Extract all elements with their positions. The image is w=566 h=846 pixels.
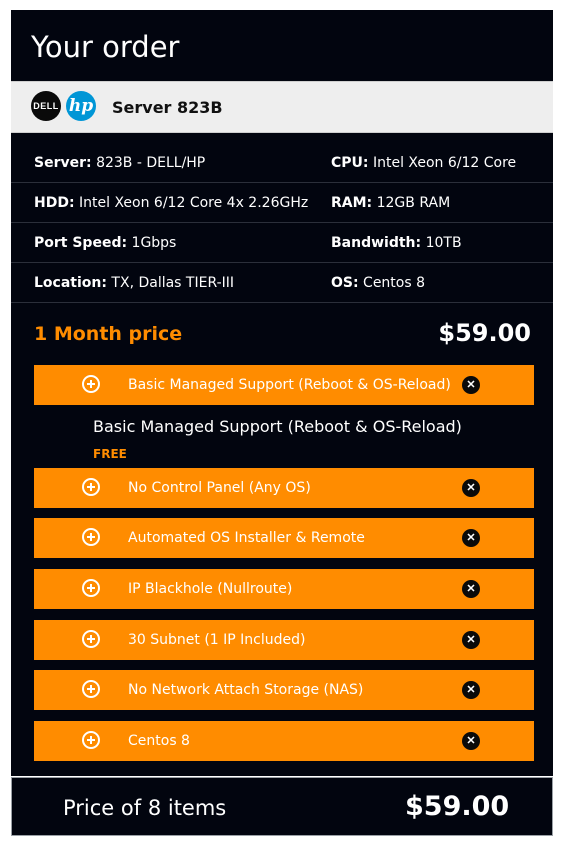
spec-server: Server: 823B - DELL/HP [34, 155, 205, 171]
addon-detail-price: FREE [93, 447, 127, 461]
spec-row: Port Speed: 1Gbps Bandwidth: 10TB [11, 223, 553, 263]
spec-row: Location: TX, Dallas TIER-III OS: Centos… [11, 263, 553, 303]
spec-key: Location: [34, 275, 107, 291]
hp-logo: hp [66, 91, 96, 121]
product-name: Server 823B [112, 98, 223, 117]
close-circle-icon[interactable]: ✕ [462, 376, 480, 394]
spec-hdd: HDD: Intel Xeon 6/12 Core 4x 2.26GHz [34, 195, 308, 211]
total-value: $59.00 [405, 791, 510, 822]
spec-value: 823B - DELL/HP [96, 155, 206, 171]
close-circle-icon[interactable]: ✕ [462, 580, 480, 598]
plus-circle-icon[interactable] [82, 731, 100, 749]
plus-circle-icon[interactable] [82, 630, 100, 648]
spec-row: HDD: Intel Xeon 6/12 Core 4x 2.26GHz RAM… [11, 183, 553, 223]
addon-ip-blackhole[interactable]: IP Blackhole (Nullroute) ✕ [34, 569, 534, 609]
spec-value: 12GB RAM [376, 195, 451, 211]
plus-circle-icon[interactable] [82, 528, 100, 546]
spec-value: 1Gbps [131, 235, 177, 251]
addon-label: 30 Subnet (1 IP Included) [128, 632, 306, 648]
plus-circle-icon[interactable] [82, 579, 100, 597]
page-title: Your order [31, 30, 180, 64]
dell-logo: DELL [31, 91, 61, 121]
close-circle-icon[interactable]: ✕ [462, 529, 480, 547]
addon-basic-managed-support[interactable]: Basic Managed Support (Reboot & OS-Reloa… [34, 365, 534, 405]
spec-value: Intel Xeon 6/12 Core [372, 155, 517, 171]
close-circle-icon[interactable]: ✕ [462, 681, 480, 699]
order-total-bar: Price of 8 items $59.00 [11, 777, 553, 836]
spec-key: Port Speed: [34, 235, 128, 251]
spec-key: HDD: [34, 195, 75, 211]
addon-label: Centos 8 [128, 733, 190, 749]
spec-port-speed: Port Speed: 1Gbps [34, 235, 176, 251]
spec-value: TX, Dallas TIER-III [111, 275, 235, 291]
plus-circle-icon[interactable] [82, 478, 100, 496]
addon-os-centos[interactable]: Centos 8 ✕ [34, 721, 534, 761]
spec-key: Bandwidth: [331, 235, 422, 251]
spec-key: CPU: [331, 155, 369, 171]
addon-automated-os-installer[interactable]: Automated OS Installer & Remote ✕ [34, 518, 534, 558]
product-bar: DELL hp Server 823B [11, 81, 553, 133]
addon-label: No Network Attach Storage (NAS) [128, 682, 364, 698]
addon-nas[interactable]: No Network Attach Storage (NAS) ✕ [34, 670, 534, 710]
spec-bandwidth: Bandwidth: 10TB [331, 235, 462, 251]
spec-table: Server: 823B - DELL/HP CPU: Intel Xeon 6… [11, 143, 553, 303]
spec-cpu: CPU: Intel Xeon 6/12 Core [331, 155, 516, 171]
spec-value: Intel Xeon 6/12 Core 4x 2.26GHz [79, 195, 309, 211]
price-label: 1 Month price [34, 323, 183, 345]
addon-label: Automated OS Installer & Remote [128, 530, 365, 546]
spec-value: Centos 8 [363, 275, 426, 291]
spec-key: OS: [331, 275, 359, 291]
price-value: $59.00 [438, 319, 531, 347]
order-panel: Your order DELL hp Server 823B Server: 8… [11, 10, 553, 776]
addon-no-control-panel[interactable]: No Control Panel (Any OS) ✕ [34, 468, 534, 508]
price-row: 1 Month price $59.00 [11, 315, 553, 355]
spec-key: RAM: [331, 195, 373, 211]
spec-row: Server: 823B - DELL/HP CPU: Intel Xeon 6… [11, 143, 553, 183]
addon-label: Basic Managed Support (Reboot & OS-Reloa… [128, 377, 451, 393]
spec-value: 10TB [425, 235, 462, 251]
close-circle-icon[interactable]: ✕ [462, 732, 480, 750]
spec-location: Location: TX, Dallas TIER-III [34, 275, 234, 291]
spec-key: Server: [34, 155, 92, 171]
addon-subnet[interactable]: 30 Subnet (1 IP Included) ✕ [34, 620, 534, 660]
plus-circle-icon[interactable] [82, 680, 100, 698]
spec-ram: RAM: 12GB RAM [331, 195, 450, 211]
close-circle-icon[interactable]: ✕ [462, 479, 480, 497]
plus-circle-icon[interactable] [82, 375, 100, 393]
close-circle-icon[interactable]: ✕ [462, 631, 480, 649]
addon-detail-text: Basic Managed Support (Reboot & OS-Reloa… [93, 417, 462, 436]
spec-os: OS: Centos 8 [331, 275, 425, 291]
addon-label: No Control Panel (Any OS) [128, 480, 311, 496]
total-label: Price of 8 items [63, 796, 227, 820]
addon-label: IP Blackhole (Nullroute) [128, 581, 293, 597]
